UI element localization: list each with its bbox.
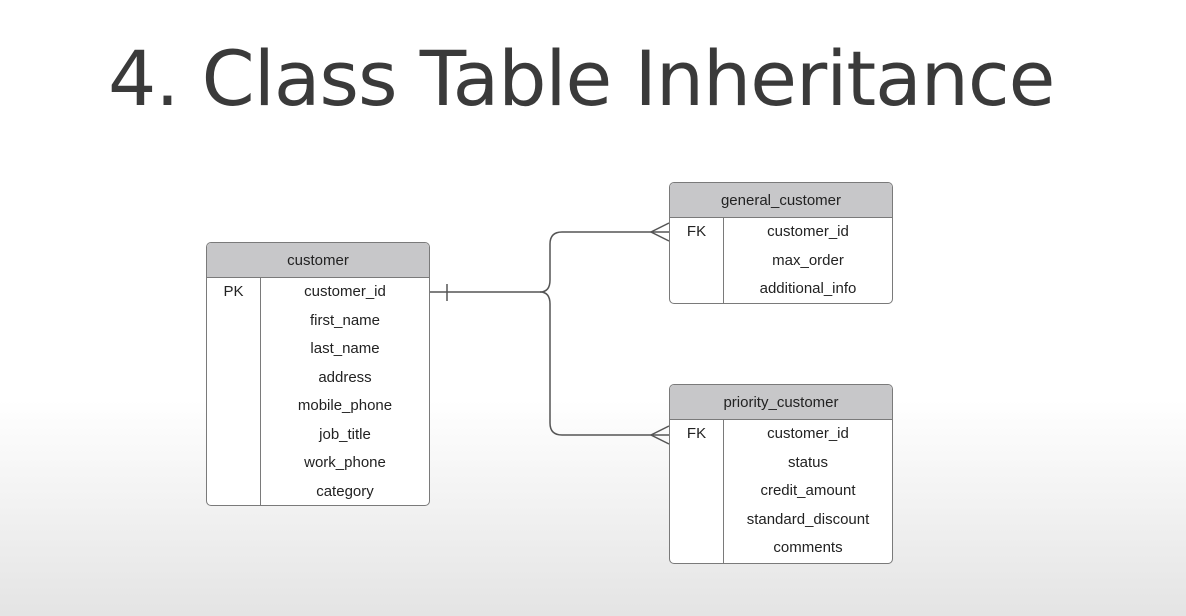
entity-priority-customer-title: priority_customer <box>670 385 892 420</box>
attribute-name: work_phone <box>304 454 386 471</box>
attribute-name: customer_id <box>767 425 849 442</box>
entity-customer: customer PK customer_id first_name last_… <box>206 242 430 506</box>
attribute-row: work_phone <box>207 449 429 478</box>
attribute-row: mobile_phone <box>207 392 429 421</box>
attribute-row: first_name <box>207 307 429 336</box>
attribute-name: job_title <box>319 425 371 443</box>
attribute-name: additional_info <box>759 280 857 297</box>
attribute-name: credit_amount <box>760 482 856 499</box>
attribute-name: max_order <box>772 251 844 269</box>
relationship-connectors <box>430 222 670 445</box>
attribute-row: comments <box>670 534 892 563</box>
attribute-name: category <box>316 482 374 500</box>
attribute-name: standard_discount <box>746 510 870 528</box>
entity-priority-customer-body: FK customer_id status credit_amount stan… <box>670 420 892 563</box>
entity-general-customer: general_customer FK customer_id max_orde… <box>669 182 893 304</box>
entity-general-customer-title: general_customer <box>670 183 892 218</box>
attribute-row: status <box>670 449 892 478</box>
key-label: FK <box>686 425 707 442</box>
attribute-row: max_order <box>670 247 892 276</box>
attribute-name: status <box>787 453 829 471</box>
key-label: PK <box>223 283 244 300</box>
attribute-row: PK customer_id <box>207 278 429 307</box>
attribute-name: customer_id <box>767 223 849 240</box>
attribute-name: comments <box>773 539 843 556</box>
key-label: FK <box>686 223 707 240</box>
entity-customer-title: customer <box>207 243 429 278</box>
attribute-row: FK customer_id <box>670 420 892 449</box>
attribute-row: standard_discount <box>670 506 892 535</box>
attribute-row: credit_amount <box>670 477 892 506</box>
attribute-row: address <box>207 364 429 393</box>
attribute-name: last_name <box>310 340 380 357</box>
entity-priority-customer: priority_customer FK customer_id status … <box>669 384 893 564</box>
attribute-row: additional_info <box>670 275 892 303</box>
attribute-row: FK customer_id <box>670 218 892 247</box>
attribute-name: first_name <box>309 311 381 329</box>
entity-general-customer-body: FK customer_id max_order additional_info <box>670 218 892 303</box>
attribute-row: last_name <box>207 335 429 364</box>
attribute-row: job_title <box>207 421 429 450</box>
attribute-name: mobile_phone <box>297 397 393 414</box>
attribute-name: address <box>318 368 372 386</box>
attribute-name: customer_id <box>304 283 386 300</box>
connector-to-general-customer <box>539 231 669 293</box>
connector-to-priority-customer <box>539 291 669 436</box>
entity-customer-body: PK customer_id first_name last_name addr… <box>207 278 429 506</box>
attribute-row: category <box>207 478 429 506</box>
